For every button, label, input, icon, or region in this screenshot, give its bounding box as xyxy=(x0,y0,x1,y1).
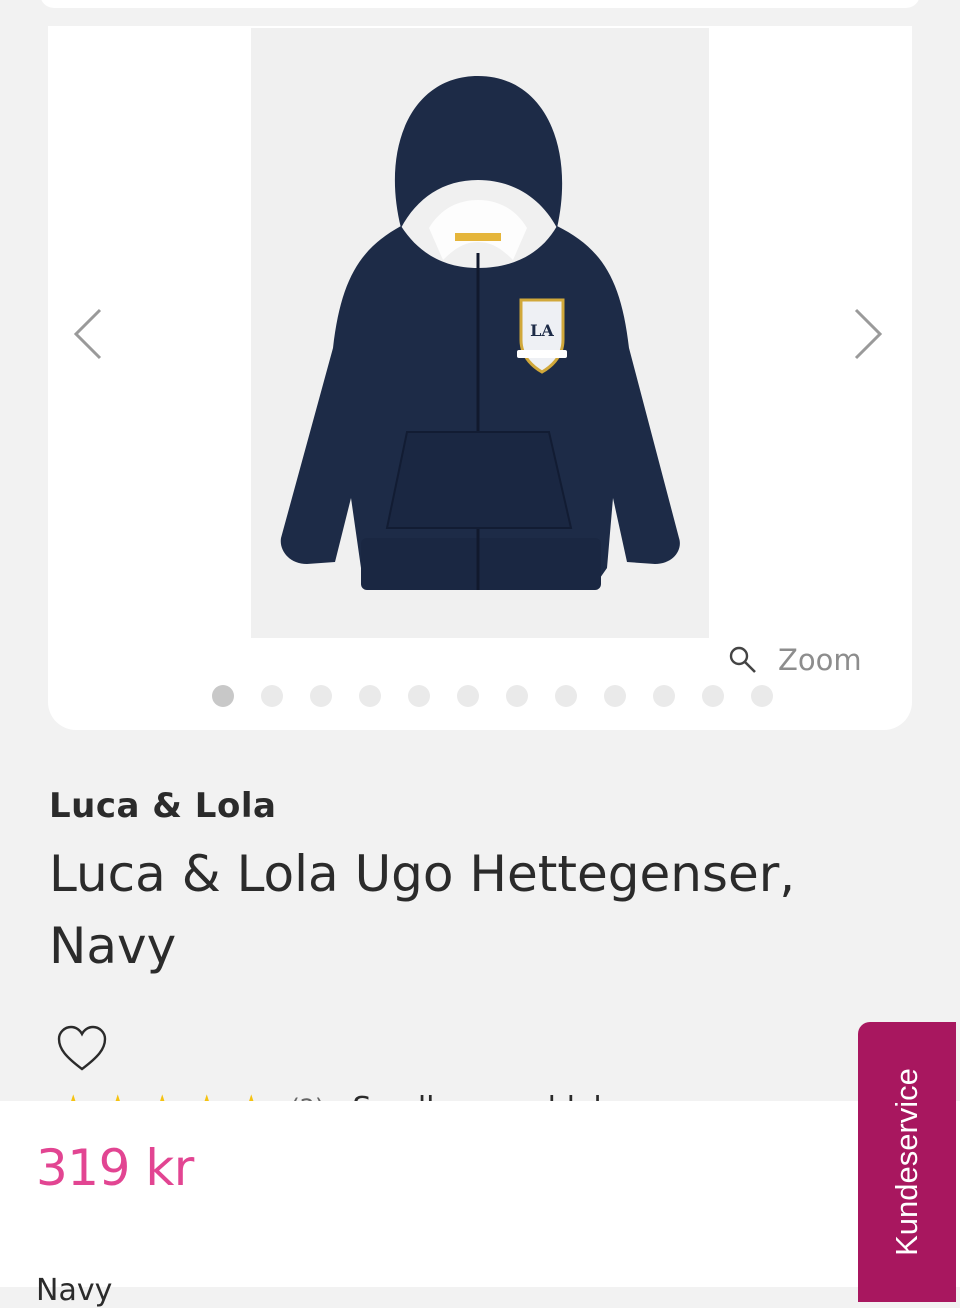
color-label: Navy xyxy=(36,1273,113,1308)
sticky-price-bar: 319 kr Navy xyxy=(0,1101,960,1308)
top-card-edge xyxy=(40,0,920,8)
customer-service-label: Kundeservice xyxy=(889,1068,924,1256)
gallery-dot[interactable] xyxy=(506,685,528,707)
magnifier-icon xyxy=(729,646,756,673)
product-image[interactable]: LA xyxy=(251,28,709,638)
gallery-dot[interactable] xyxy=(702,685,724,707)
product-gallery: LA Zoom xyxy=(48,26,912,730)
gallery-dot[interactable] xyxy=(604,685,626,707)
heart-icon xyxy=(57,1025,107,1071)
gallery-dot[interactable] xyxy=(359,685,381,707)
gallery-pagination xyxy=(212,685,773,707)
svg-text:LA: LA xyxy=(530,321,554,340)
product-price: 319 kr xyxy=(36,1139,194,1197)
gallery-dot[interactable] xyxy=(408,685,430,707)
gallery-dot[interactable] xyxy=(457,685,479,707)
gallery-dot[interactable] xyxy=(653,685,675,707)
gallery-dot[interactable] xyxy=(555,685,577,707)
previous-image-button[interactable] xyxy=(70,304,110,364)
gallery-dot[interactable] xyxy=(751,685,773,707)
customer-service-button[interactable]: Kundeservice xyxy=(858,1022,956,1302)
brand-name[interactable]: Luca & Lola xyxy=(49,786,276,826)
product-title: Luca & Lola Ugo Hettegenser, Navy xyxy=(49,845,796,975)
zoom-label: Zoom xyxy=(778,643,862,677)
favorite-button[interactable] xyxy=(56,1025,108,1073)
next-image-button[interactable] xyxy=(846,304,886,364)
zoom-button[interactable]: Zoom xyxy=(728,640,862,680)
gallery-dot[interactable] xyxy=(212,685,234,707)
gallery-dot[interactable] xyxy=(261,685,283,707)
gallery-dot[interactable] xyxy=(310,685,332,707)
